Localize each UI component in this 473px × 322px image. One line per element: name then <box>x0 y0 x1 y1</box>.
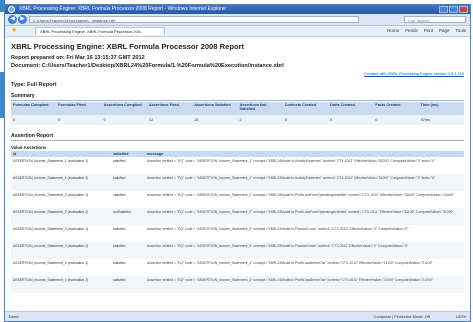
prepared-label: Report prepared on: <box>11 55 65 61</box>
summary-header: Contexts Created <box>282 102 329 115</box>
tab-bar: ★ XBRL Processing Engine: XBRL Formula P… <box>5 26 470 37</box>
page-menu[interactable]: Page <box>439 27 450 35</box>
assertion-message: Assertion verified = "EQ" code = "ASSERT… <box>147 226 409 231</box>
assertion-message: Assertion verified = "EQ" code = "ASSERT… <box>145 242 464 259</box>
assertion-message: Assertion verified = "EQ" code = "ASSERT… <box>147 192 455 197</box>
forward-icon[interactable]: ▶ <box>18 15 27 24</box>
table-row: ASSERTION_Income_Statement_2 (evaluation… <box>11 208 464 225</box>
assertion-id: ASSERTION_Income_Statement_1 (evaluation… <box>13 158 89 163</box>
title-bar: XBRL Processing Engine: XBRL Formula Pro… <box>5 5 470 14</box>
page-title: XBRL Processing Engine: XBRL Formula Pro… <box>11 42 245 51</box>
summary-heading: Summary <box>11 93 464 101</box>
summary-header: Units Created <box>328 102 374 115</box>
browser-window: XBRL Processing Engine: XBRL Formula Pro… <box>4 4 471 322</box>
assertion-message: Assertion verified = "EQ" code = "ASSERT… <box>145 174 464 191</box>
summary-value: 10 <box>192 115 238 125</box>
summary-header: Assertions Not Satisfied <box>237 102 283 115</box>
assertion-message: Assertion verified = "EQ" code = "ASSERT… <box>145 208 464 225</box>
search-input[interactable]: Live Search <box>404 16 466 23</box>
tab-report[interactable]: XBRL Processing Engine: XBRL Formula Pro… <box>35 27 165 35</box>
summary-header: Time (ms) <box>418 102 464 115</box>
assertion-message: Assertion verified = "EQ" code = "ASSERT… <box>147 158 436 163</box>
summary-table: Formulas Compiled Formulas Fired Assertion… <box>11 102 464 125</box>
assertion-satisfied: satisfied <box>113 260 126 265</box>
assertion-satisfied: satisfied <box>113 226 126 231</box>
table-row: ASSERTION_Income_Statement_3 (evaluation… <box>11 242 464 259</box>
table-row: ASSERTION_Income_Statement_1 (evaluation… <box>11 157 464 174</box>
assertion-id: ASSERTION_Income_Statement_1 (evaluation… <box>11 174 111 191</box>
document-value: C:/Users/Teacher1/Desktop/XBRL24%20Formu… <box>41 63 284 69</box>
minimize-button[interactable] <box>439 6 448 13</box>
summary-value: 47ms <box>418 115 464 125</box>
summary-value: 0 <box>101 115 147 125</box>
assertion-id: ASSERTION_Income_Statement_4 (evaluation… <box>11 276 111 293</box>
assertion-id: ASSERTION_Income_Statement_3 (evaluation… <box>11 242 111 259</box>
assertion-satisfied: satisfied <box>111 276 145 293</box>
security-zone: Computer | Protected Mode: Off <box>373 314 430 319</box>
window-title: XBRL Processing Engine: XBRL Formula Pro… <box>19 6 227 12</box>
summary-value: 12 <box>146 115 193 125</box>
assertion-satisfied: notSatisfied <box>111 208 145 225</box>
table-row: ASSERTION_Income_Statement_2 (evaluation… <box>11 191 464 208</box>
report-type: Type: Full Report <box>11 82 57 88</box>
table-row: ASSERTION_Income_Statement_3 (evaluation… <box>11 225 464 242</box>
feeds-button[interactable]: Feeds <box>405 27 418 35</box>
favorites-star-icon[interactable]: ★ <box>11 27 17 35</box>
window-controls <box>439 6 468 13</box>
engine-link[interactable]: Created with XBRL Processing Engine vers… <box>364 71 464 76</box>
assertion-satisfied: satisfied <box>111 242 145 259</box>
tools-menu[interactable]: Tools <box>455 27 466 35</box>
summary-value: 0 <box>56 115 102 125</box>
summary-header: Assertions Fired <box>146 102 193 115</box>
table-row: ASSERTION_Income_Statement_4 (evaluation… <box>11 259 464 276</box>
assertion-id: ASSERTION_Income_Statement_2 (evaluation… <box>13 192 89 197</box>
assertion-satisfied: satisfied <box>111 174 145 191</box>
report-prepared: Report prepared on: Fri Mar 16 13:15:37 … <box>11 55 464 61</box>
summary-header: Formulas Compiled <box>11 102 57 115</box>
assertion-id: ASSERTION_Income_Statement_3 (evaluation… <box>13 226 89 231</box>
print-button[interactable]: Print <box>424 27 433 35</box>
maximize-button[interactable] <box>449 6 458 13</box>
assertion-report-heading: Assertion Report <box>11 133 464 141</box>
table-row: ASSERTION_Income_Statement_4 (evaluation… <box>11 276 464 293</box>
summary-value: 0 <box>328 115 374 125</box>
summary-value: 2 <box>237 115 283 125</box>
assertion-satisfied: satisfied <box>113 192 126 197</box>
table-row: ASSERTION_Income_Statement_1 (evaluation… <box>11 174 464 191</box>
value-assertions-heading: Value Assertions <box>11 145 47 150</box>
assertion-message: Assertion verified = "EQ" code = "ASSERT… <box>147 260 433 265</box>
document-label: Document: <box>11 63 41 69</box>
created-with: Created with XBRL Processing Engine vers… <box>11 71 464 76</box>
assertions-table: id satisfied message ASSERTION_Income_Stat… <box>11 151 464 293</box>
status-bar: Done Computer | Protected Mode: Off 100% <box>5 311 470 321</box>
page-content: XBRL Processing Engine: XBRL Formula Pro… <box>5 37 470 312</box>
summary-value: 0 <box>11 115 57 125</box>
summary-value: 0 <box>373 115 419 125</box>
document-path: Document: C:/Users/Teacher1/Desktop/XBRL… <box>11 63 464 69</box>
summary-header: Assertions Satisfied <box>192 102 238 115</box>
prepared-value: Fri Mar 16 13:15:37 GMT 2012 <box>66 55 145 61</box>
status-text: Done <box>9 314 19 319</box>
summary-header: Assertions Compiled <box>101 102 147 115</box>
address-input[interactable]: C:\Users\Teacher1\Documents\...\instance… <box>29 16 359 23</box>
summary-header: Formulas Fired <box>56 102 102 115</box>
summary-header: Facts Created <box>373 102 419 115</box>
assertion-id: ASSERTION_Income_Statement_4 (evaluation… <box>13 260 89 265</box>
address-bar: ◀ ▶ C:\Users\Teacher1\Documents\...\inst… <box>5 14 470 26</box>
back-icon[interactable]: ◀ <box>8 15 17 24</box>
ie-icon <box>8 6 15 13</box>
home-button[interactable]: Home <box>387 27 399 35</box>
close-button[interactable] <box>459 6 468 13</box>
summary-value: 0 <box>282 115 329 125</box>
assertion-satisfied: satisfied <box>113 158 126 163</box>
zoom-level[interactable]: 100% <box>456 312 466 321</box>
command-bar: Home Feeds Print Page Tools <box>387 27 466 35</box>
assertion-id: ASSERTION_Income_Statement_2 (evaluation… <box>11 208 111 225</box>
assertion-message: Assertion verified = "EQ" code = "ASSERT… <box>145 276 464 293</box>
